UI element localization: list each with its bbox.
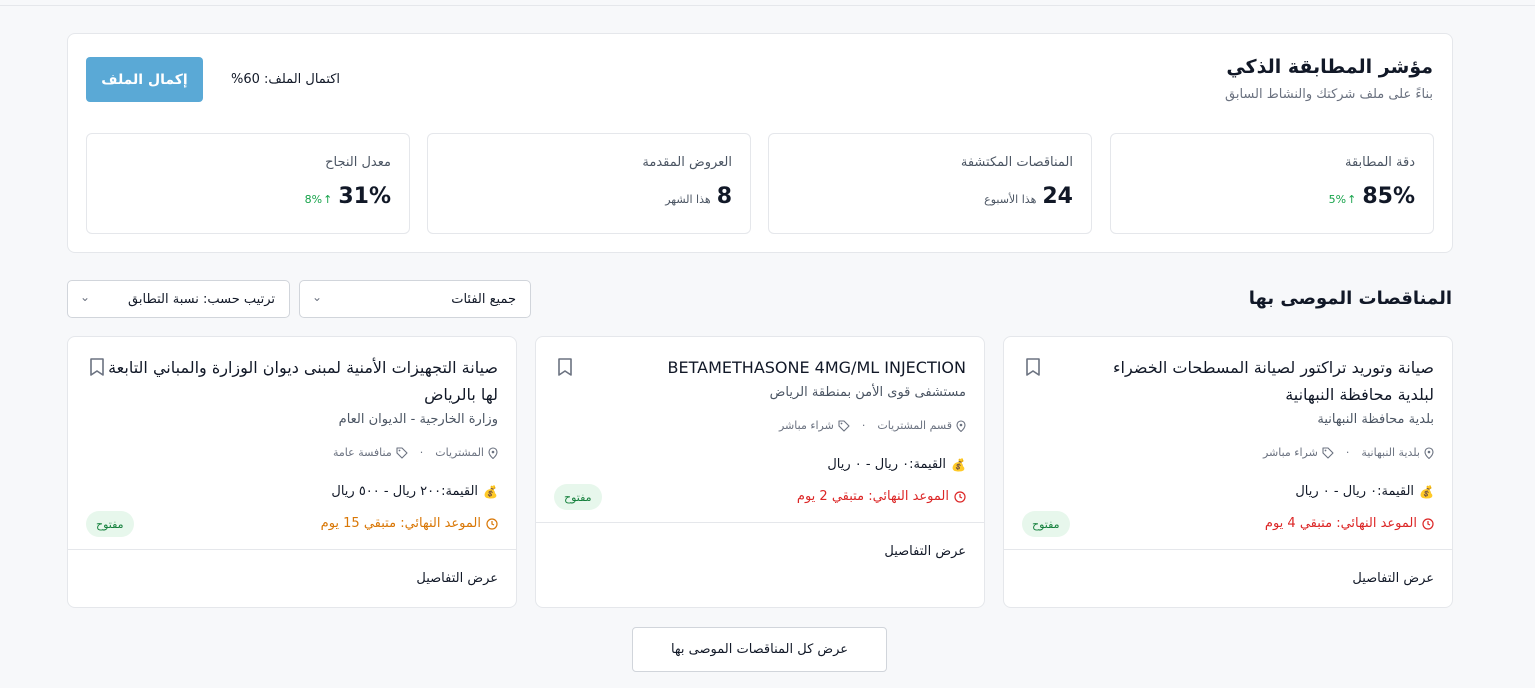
- tender-deadline: الموعد النهائي: متبقي 2 يوم: [797, 489, 966, 504]
- tender-title[interactable]: صيانة وتوريد تراكتور لصيانة المسطحات الخ…: [1074, 354, 1434, 408]
- tender-meta: بلدية النبهانية · شراء مباشر: [1263, 446, 1434, 459]
- stat-value: 85%: [1362, 184, 1415, 209]
- stat-note: هذا الشهر: [665, 193, 711, 206]
- bookmark-icon[interactable]: [556, 357, 574, 377]
- category-filter-select[interactable]: جميع الفئات ⌄: [299, 280, 531, 318]
- profile-completion-label: اكتمال الملف: 60%: [231, 72, 341, 87]
- tender-card[interactable]: صيانة التجهيزات الأمنية لمبنى ديوان الوز…: [67, 336, 517, 608]
- stat-label: دقة المطابقة: [1345, 155, 1415, 170]
- tender-value: 💰 القيمة:٢٠٠ ريال - ٥٠٠ ريال: [331, 484, 498, 499]
- bookmark-icon[interactable]: [1024, 357, 1042, 377]
- card-divider: [1004, 549, 1452, 550]
- panel-subtitle: بناءً على ملف شركتك والنشاط السابق: [1225, 87, 1433, 102]
- view-all-recommended-button[interactable]: عرض كل المناقصات الموصى بها: [632, 627, 887, 672]
- status-badge: مفتوح: [86, 511, 134, 537]
- top-divider: [0, 5, 1535, 6]
- tender-title[interactable]: BETAMETHASONE 4MG/ML INJECTION: [606, 354, 966, 381]
- tender-location: المشتريات: [435, 446, 484, 459]
- tender-type: شراء مباشر: [778, 419, 834, 432]
- card-divider: [536, 522, 984, 523]
- panel-title: مؤشر المطابقة الذكي: [1226, 56, 1433, 78]
- tender-organization: وزارة الخارجية - الديوان العام: [338, 412, 498, 427]
- tender-meta: المشتريات · منافسة عامة: [333, 446, 498, 459]
- stat-card-discovered-tenders: المناقصات المكتشفة 24 هذا الأسبوع: [768, 133, 1092, 234]
- money-icon: 💰: [483, 484, 498, 499]
- tender-card[interactable]: BETAMETHASONE 4MG/ML INJECTION مستشفى قو…: [535, 336, 985, 608]
- stat-label: معدل النجاح: [325, 155, 391, 170]
- tag-icon: [838, 419, 850, 432]
- status-badge: مفتوح: [554, 484, 602, 510]
- stat-card-success-rate: معدل النجاح 31% ↑ 8%: [86, 133, 410, 234]
- chevron-down-icon: ⌄: [312, 290, 323, 304]
- tender-location: بلدية النبهانية: [1361, 446, 1420, 459]
- stat-value: 8: [716, 184, 732, 209]
- view-details-link[interactable]: عرض التفاصيل: [884, 544, 966, 559]
- tender-type: شراء مباشر: [1262, 446, 1318, 459]
- separator: ·: [1345, 446, 1350, 459]
- stat-delta: ↑ 5%: [1328, 193, 1357, 206]
- stat-value: 31%: [338, 184, 391, 209]
- category-filter-value: جميع الفئات: [451, 291, 516, 307]
- money-icon: 💰: [1419, 484, 1434, 499]
- stat-value: 24: [1042, 184, 1073, 209]
- tender-value: 💰 القيمة:٠ ريال - ٠ ريال: [827, 457, 966, 472]
- tender-type: منافسة عامة: [333, 446, 392, 459]
- stat-delta: ↑ 8%: [304, 193, 333, 206]
- view-details-link[interactable]: عرض التفاصيل: [416, 571, 498, 586]
- location-pin-icon: [956, 419, 966, 432]
- tender-card[interactable]: صيانة وتوريد تراكتور لصيانة المسطحات الخ…: [1003, 336, 1453, 608]
- clock-icon: [954, 490, 966, 503]
- location-pin-icon: [1424, 446, 1434, 459]
- tender-title[interactable]: صيانة التجهيزات الأمنية لمبنى ديوان الوز…: [98, 354, 498, 408]
- separator: ·: [419, 446, 424, 459]
- clock-icon: [486, 517, 498, 530]
- tender-value: 💰 القيمة:٠ ريال - ٠ ريال: [1295, 484, 1434, 499]
- clock-icon: [1422, 517, 1434, 530]
- sort-value: ترتيب حسب: نسبة التطابق: [128, 291, 275, 307]
- tender-deadline: الموعد النهائي: متبقي 15 يوم: [321, 516, 498, 531]
- tender-organization: بلدية محافظة النبهانية: [1317, 412, 1434, 427]
- stat-label: المناقصات المكتشفة: [960, 155, 1073, 170]
- tag-icon: [396, 446, 408, 459]
- tag-icon: [1322, 446, 1334, 459]
- complete-profile-button[interactable]: إكمال الملف: [86, 57, 203, 102]
- stat-note: هذا الأسبوع: [984, 193, 1037, 206]
- location-pin-icon: [488, 446, 498, 459]
- arrow-up-icon: ↑: [1347, 193, 1357, 206]
- arrow-up-icon: ↑: [323, 193, 333, 206]
- stat-card-submitted-offers: العروض المقدمة 8 هذا الشهر: [427, 133, 751, 234]
- money-icon: 💰: [951, 457, 966, 472]
- card-divider: [68, 549, 516, 550]
- tender-location: قسم المشتريات: [877, 419, 952, 432]
- view-details-link[interactable]: عرض التفاصيل: [1352, 571, 1434, 586]
- tender-meta: قسم المشتريات · شراء مباشر: [779, 419, 966, 432]
- smart-matching-panel: مؤشر المطابقة الذكي بناءً على ملف شركتك …: [67, 33, 1453, 253]
- sort-select[interactable]: ترتيب حسب: نسبة التطابق ⌄: [67, 280, 290, 318]
- tender-deadline: الموعد النهائي: متبقي 4 يوم: [1265, 516, 1434, 531]
- tender-organization: مستشفى قوى الأمن بمنطقة الرياض: [769, 385, 966, 400]
- recommended-tenders-title: المناقصات الموصى بها: [1248, 288, 1452, 309]
- status-badge: مفتوح: [1022, 511, 1070, 537]
- stat-card-match-accuracy: دقة المطابقة 85% ↑ 5%: [1110, 133, 1434, 234]
- separator: ·: [861, 419, 866, 432]
- stat-label: العروض المقدمة: [642, 155, 732, 170]
- chevron-down-icon: ⌄: [80, 290, 91, 304]
